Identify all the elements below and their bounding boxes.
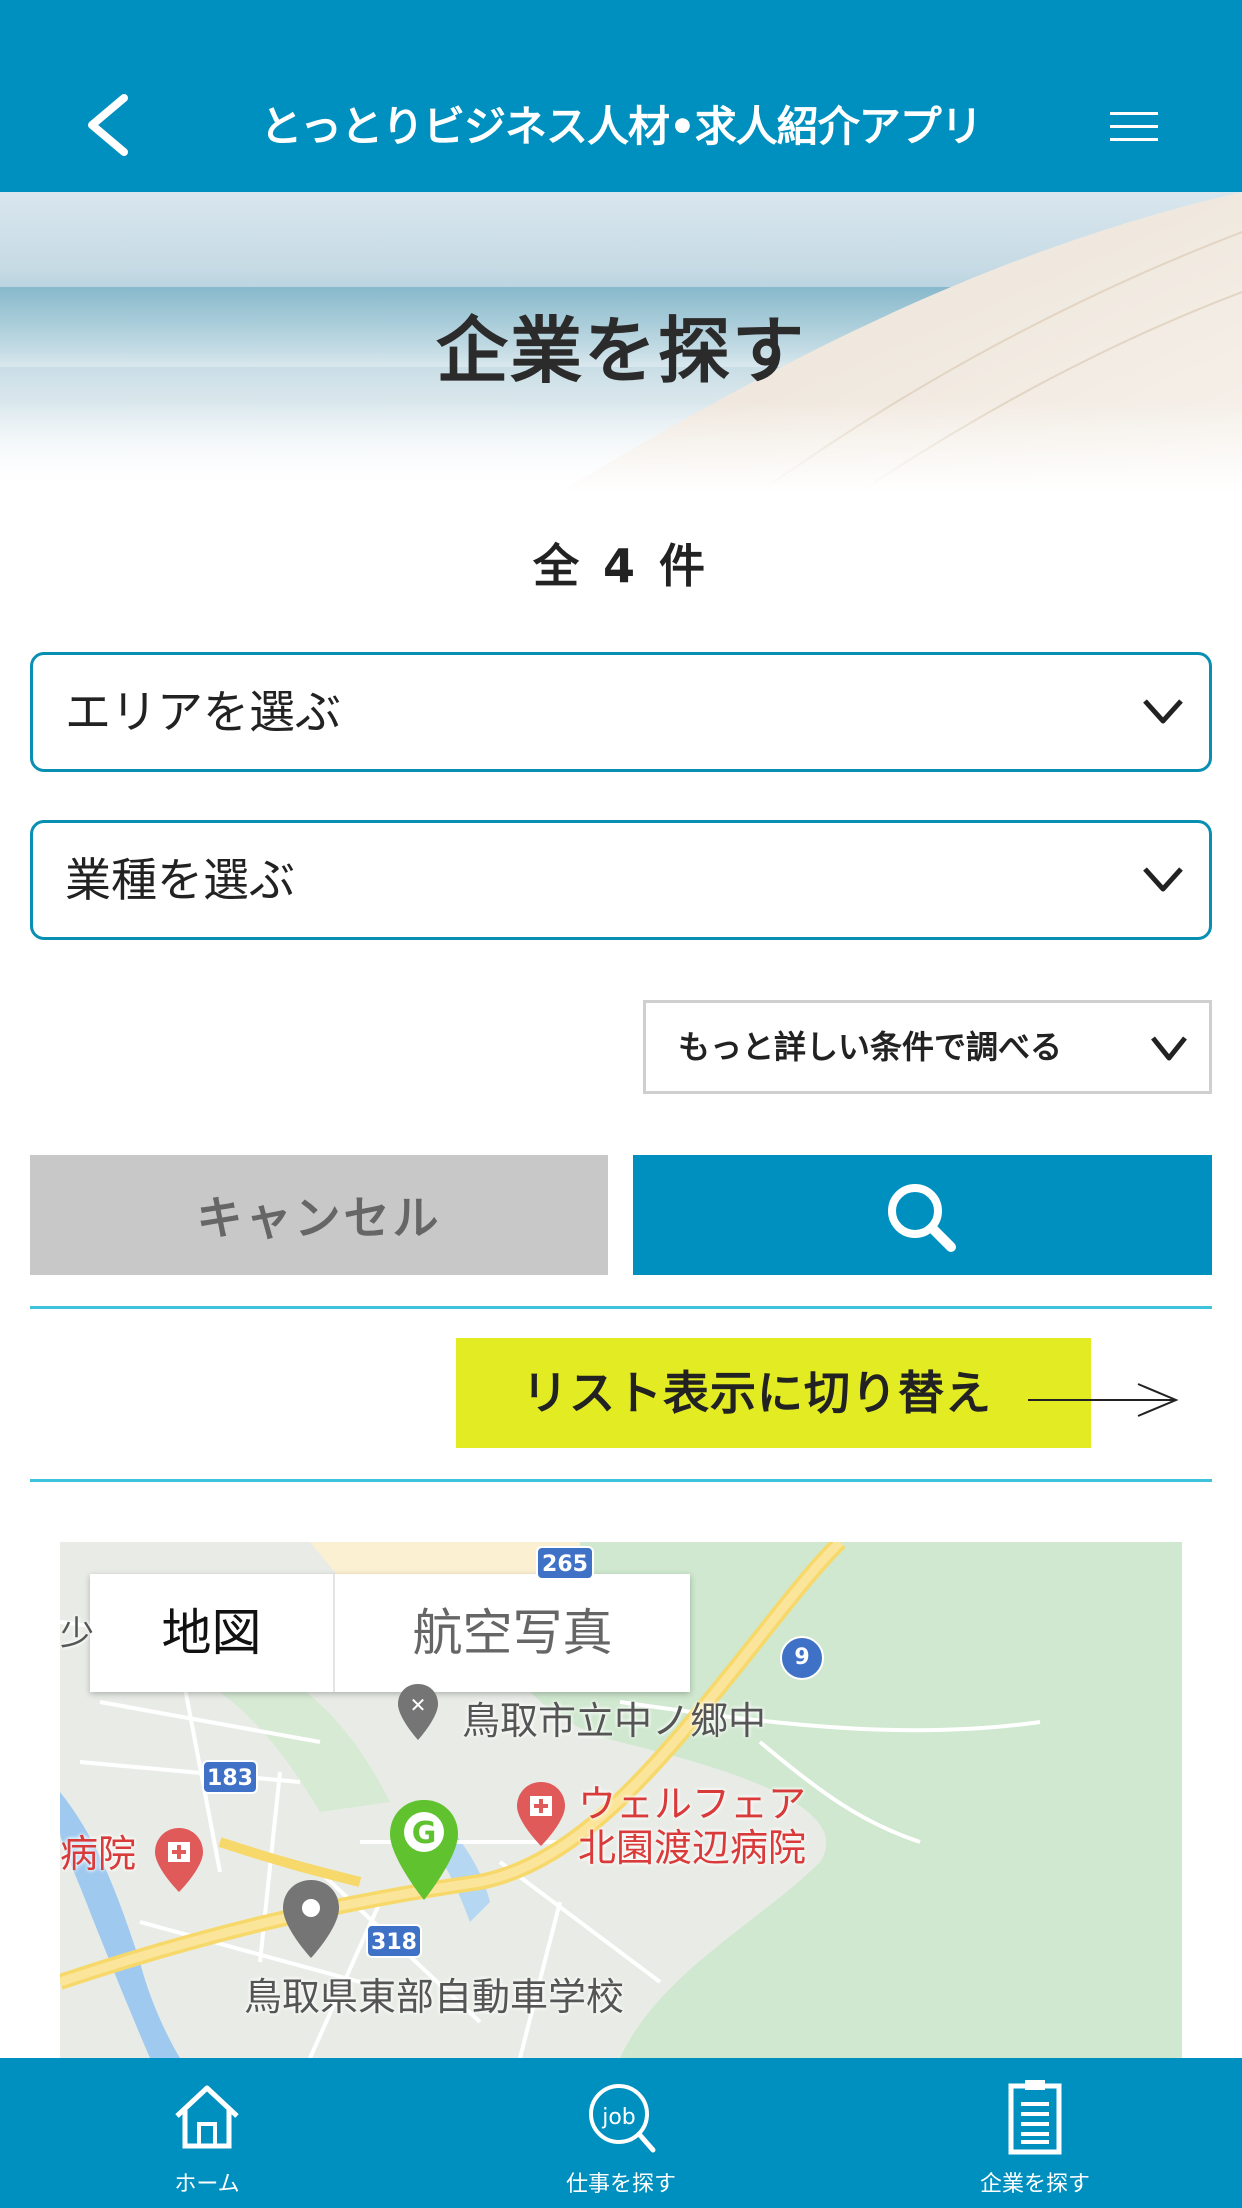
document-icon	[1008, 2080, 1062, 2155]
map-label-hospital: ウェルフェア 北園渡辺病院	[578, 1782, 806, 1870]
industry-select-label: 業種を選ぶ	[65, 853, 295, 907]
area-select[interactable]: エリアを選ぶ	[30, 652, 1212, 772]
arrow-right-icon	[1028, 1383, 1179, 1417]
route-shield: 265	[536, 1546, 594, 1580]
result-count: 全 4 件	[532, 539, 710, 593]
divider	[30, 1306, 1212, 1309]
chevron-down-icon	[1143, 699, 1183, 724]
route-shield: 318	[366, 1924, 422, 1958]
tab-job-search[interactable]: job 仕事を探す	[471, 2058, 771, 2208]
chevron-down-icon	[1151, 1036, 1187, 1061]
cancel-button[interactable]: キャンセル	[30, 1155, 608, 1275]
map-view[interactable]: 地図 航空写真 265 9 183 318 ✕ 鳥取市立中ノ郷中 ウェルフェア …	[60, 1542, 1182, 2058]
map-label-partial: 少	[60, 1614, 94, 1654]
home-icon	[175, 2085, 239, 2149]
svg-text:G: G	[412, 1816, 437, 1851]
svg-text:✕: ✕	[410, 1693, 427, 1717]
hospital-pin-icon	[155, 1828, 203, 1892]
map-label-hospital-left: 病院	[60, 1832, 137, 1876]
industry-select[interactable]: 業種を選ぶ	[30, 820, 1212, 940]
chevron-left-icon[interactable]	[80, 92, 134, 158]
hamburger-menu-icon[interactable]	[1110, 112, 1158, 142]
map-label-school: 鳥取市立中ノ郷中	[462, 1699, 767, 1743]
map-label-hospital-line1: ウェルフェア	[578, 1782, 807, 1826]
tab-company-search[interactable]: 企業を探す	[885, 2058, 1185, 2208]
tab-home-label: ホーム	[174, 2172, 240, 2197]
more-conditions-label: もっと詳しい条件で調べる	[678, 1028, 1063, 1066]
tab-job-search-label: 仕事を探す	[565, 2172, 676, 2197]
divider	[30, 1479, 1212, 1482]
job-search-icon: job	[589, 2084, 656, 2153]
bottom-tab-bar: ホーム job 仕事を探す 企業を探す	[0, 2058, 1242, 2208]
map-type-tabs: 地図 航空写真	[90, 1574, 690, 1692]
tab-company-search-label: 企業を探す	[979, 2172, 1090, 2197]
area-select-label: エリアを選ぶ	[65, 685, 341, 739]
more-conditions-dropdown[interactable]: もっと詳しい条件で調べる	[643, 1000, 1212, 1094]
school-pin-icon: ✕	[398, 1684, 438, 1740]
page-title: 企業を探す	[435, 309, 806, 393]
place-pin-icon	[283, 1880, 339, 1958]
list-view-toggle-button[interactable]: リスト表示に切り替え	[456, 1338, 1091, 1448]
svg-text:job: job	[601, 2105, 636, 2130]
map-tab-satellite[interactable]: 航空写真	[335, 1574, 690, 1692]
map-tab-map[interactable]: 地図	[90, 1574, 335, 1692]
chevron-down-icon	[1143, 867, 1183, 892]
hero-banner: 企業を探す	[0, 192, 1242, 492]
route-shield: 9	[780, 1636, 824, 1680]
map-label-hospital-line2: 北園渡辺病院	[578, 1826, 807, 1870]
route-shield: 183	[202, 1760, 258, 1794]
app-header: とっとりビジネス人材•求人紹介アプリ	[0, 0, 1242, 192]
app-title: とっとりビジネス人材•求人紹介アプリ	[260, 102, 983, 151]
search-button[interactable]	[633, 1155, 1212, 1275]
search-icon	[888, 1184, 956, 1252]
map-label-driving-school: 鳥取県東部自動車学校	[244, 1975, 625, 2019]
company-marker-icon[interactable]: G	[386, 1798, 462, 1902]
hospital-pin-icon	[517, 1782, 565, 1846]
tab-home[interactable]: ホーム	[57, 2058, 357, 2208]
